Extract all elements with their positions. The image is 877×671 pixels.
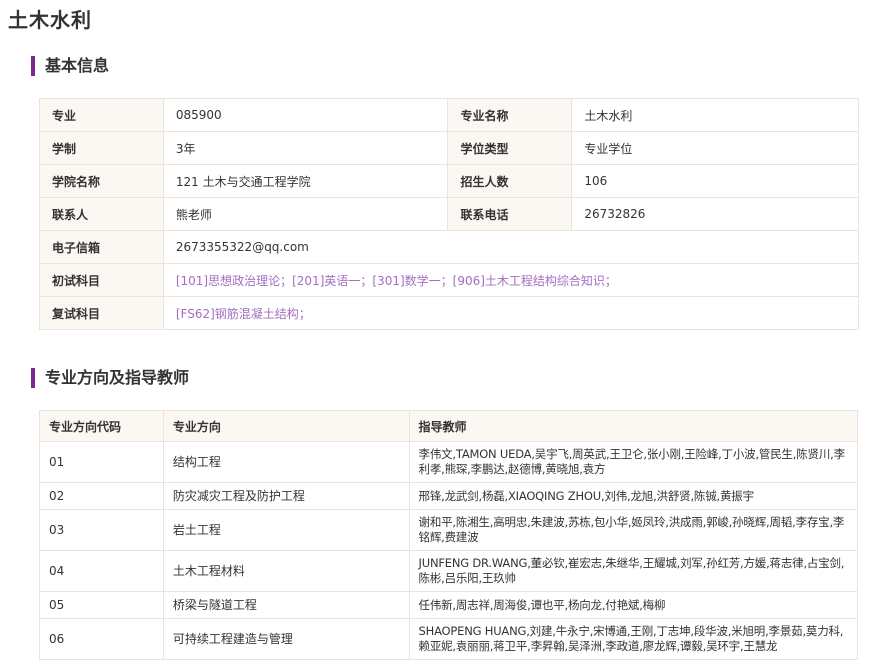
enrollment-label: 招生人数	[447, 164, 573, 198]
contact-label: 联系人	[39, 197, 164, 231]
direction-teachers: 邢锋,龙武剑,杨磊,XIAOQING ZHOU,刘伟,龙旭,洪舒贤,陈铖,黄振宇	[408, 482, 859, 510]
direction-code: 02	[39, 482, 164, 510]
header-direction: 专业方向	[162, 410, 410, 442]
table-row: 01 结构工程 李伟文,TAMON UEDA,吴宇飞,周英武,王卫仑,张小刚,王…	[39, 441, 859, 483]
table-row: 学院名称 121 土木与交通工程学院 招生人数 106	[39, 164, 859, 198]
direction-name: 防灾减灾工程及防护工程	[162, 482, 410, 510]
major-name-label: 专业名称	[447, 98, 573, 132]
table-row: 学制 3年 学位类型 专业学位	[39, 131, 859, 165]
contact-value: 熊老师	[162, 197, 449, 231]
email-label: 电子信箱	[39, 230, 164, 264]
direction-name: 结构工程	[162, 441, 410, 483]
direction-name: 土木工程材料	[162, 550, 410, 592]
duration-label: 学制	[39, 131, 164, 165]
page-title: 土木水利	[8, 8, 92, 32]
table-row: 初试科目 [101]思想政治理论；[201]英语一；[301]数学一；[906]…	[39, 263, 860, 297]
basic-info-table: 专业 085900 专业名称 土木水利 学制 3年 学位类型 专业学位 学院名称…	[39, 98, 860, 330]
retest-label: 复试科目	[39, 296, 164, 330]
directions-table: 专业方向代码 专业方向 指导教师 01 结构工程 李伟文,TAMON UEDA,…	[39, 410, 859, 660]
college-label: 学院名称	[39, 164, 164, 198]
table-row: 专业 085900 专业名称 土木水利	[39, 98, 859, 132]
direction-code: 03	[39, 509, 164, 551]
college-value: 121 土木与交通工程学院	[162, 164, 449, 198]
header-code: 专业方向代码	[39, 410, 164, 442]
table-row: 03 岩土工程 谢和平,陈湘生,高明忠,朱建波,苏栋,包小华,姬凤玲,洪成雨,郭…	[39, 509, 859, 551]
major-label: 专业	[39, 98, 164, 132]
direction-code: 06	[39, 618, 164, 660]
direction-name: 岩土工程	[162, 509, 410, 551]
table-row: 复试科目 [FS62]钢筋混凝土结构；	[39, 296, 860, 330]
table-row: 06 可持续工程建造与管理 SHAOPENG HUANG,刘建,牛永宁,宋博通,…	[39, 618, 859, 660]
direction-teachers: 任伟新,周志祥,周海俊,谭也平,杨向龙,付艳斌,梅柳	[408, 591, 859, 619]
table-row: 联系人 熊老师 联系电话 26732826	[39, 197, 859, 231]
section-title-basic-info: 基本信息	[31, 56, 109, 76]
table-header-row: 专业方向代码 专业方向 指导教师	[39, 410, 859, 442]
enrollment-value: 106	[571, 164, 859, 198]
table-row: 05 桥梁与隧道工程 任伟新,周志祥,周海俊,谭也平,杨向龙,付艳斌,梅柳	[39, 591, 859, 619]
major-value: 085900	[162, 98, 449, 132]
table-row: 02 防灾减灾工程及防护工程 邢锋,龙武剑,杨磊,XIAOQING ZHOU,刘…	[39, 482, 859, 510]
direction-teachers: 谢和平,陈湘生,高明忠,朱建波,苏栋,包小华,姬凤玲,洪成雨,郭峻,孙晓辉,周韬…	[408, 509, 859, 551]
duration-value: 3年	[162, 131, 449, 165]
header-teachers: 指导教师	[408, 410, 859, 442]
direction-code: 05	[39, 591, 164, 619]
first-exam-value: [101]思想政治理论；[201]英语一；[301]数学一；[906]土木工程结…	[162, 263, 860, 297]
email-value: 2673355322@qq.com	[162, 230, 860, 264]
direction-code: 01	[39, 441, 164, 483]
direction-teachers: JUNFENG DR.WANG,董必钦,崔宏志,朱继华,王耀城,刘军,孙红芳,方…	[408, 550, 859, 592]
direction-name: 桥梁与隧道工程	[162, 591, 410, 619]
table-row: 电子信箱 2673355322@qq.com	[39, 230, 860, 264]
direction-teachers: 李伟文,TAMON UEDA,吴宇飞,周英武,王卫仑,张小刚,王险峰,丁小波,管…	[408, 441, 859, 483]
direction-code: 04	[39, 550, 164, 592]
major-name-value: 土木水利	[571, 98, 859, 132]
section-title-directions: 专业方向及指导教师	[31, 368, 189, 388]
phone-label: 联系电话	[447, 197, 573, 231]
phone-value: 26732826	[571, 197, 859, 231]
retest-value: [FS62]钢筋混凝土结构；	[162, 296, 860, 330]
table-row: 04 土木工程材料 JUNFENG DR.WANG,董必钦,崔宏志,朱继华,王耀…	[39, 550, 859, 592]
degree-type-value: 专业学位	[571, 131, 859, 165]
first-exam-label: 初试科目	[39, 263, 164, 297]
degree-type-label: 学位类型	[447, 131, 573, 165]
direction-name: 可持续工程建造与管理	[162, 618, 410, 660]
direction-teachers: SHAOPENG HUANG,刘建,牛永宁,宋博通,王刚,丁志坤,段华波,米旭明…	[408, 618, 859, 660]
